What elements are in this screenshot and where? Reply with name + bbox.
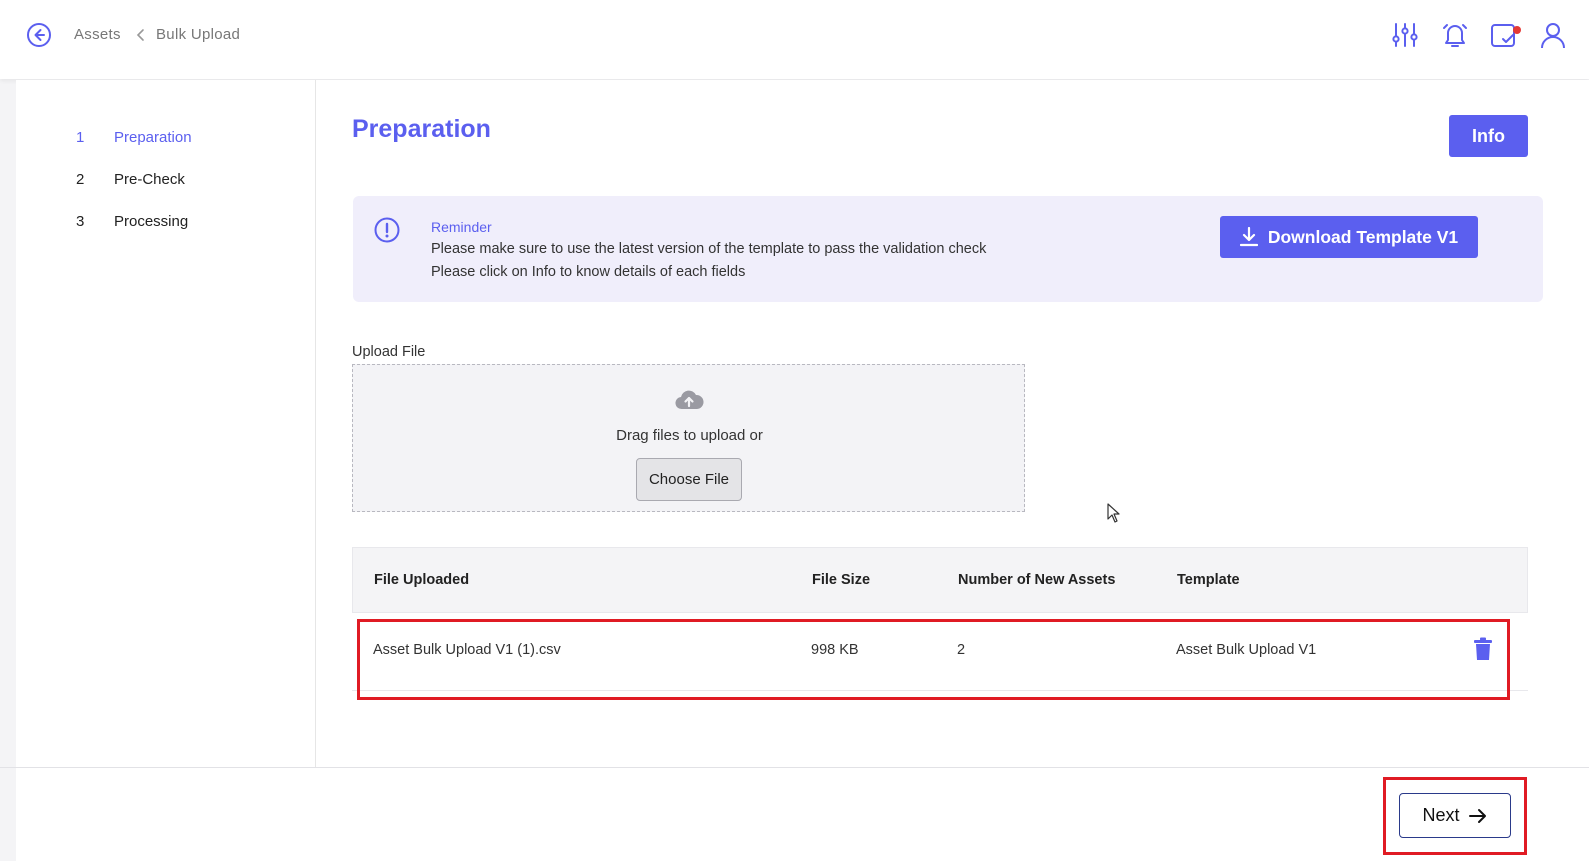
mouse-cursor-icon bbox=[1107, 503, 1120, 523]
next-button[interactable]: Next bbox=[1399, 793, 1511, 838]
table-header: File Uploaded File Size Number of New As… bbox=[352, 547, 1528, 613]
step-number: 3 bbox=[76, 213, 85, 230]
notification-dot bbox=[1513, 26, 1521, 34]
step-number: 1 bbox=[76, 129, 85, 146]
step-label: Preparation bbox=[114, 129, 192, 146]
step-preparation[interactable]: 1 Preparation bbox=[76, 129, 192, 146]
top-bar: Assets Bulk Upload bbox=[0, 0, 1589, 79]
page-title: Preparation bbox=[352, 115, 491, 143]
step-label: Processing bbox=[114, 213, 189, 230]
exclamation-circle-icon bbox=[374, 217, 400, 243]
step-pre-check[interactable]: 2 Pre-Check bbox=[76, 171, 185, 188]
trash-icon[interactable] bbox=[1473, 637, 1493, 661]
steps-sidebar: 1 Preparation 2 Pre-Check 3 Processing bbox=[16, 80, 316, 768]
asset-count-cell: 2 bbox=[957, 642, 966, 658]
reminder-text: Please click on Info to know details of … bbox=[431, 264, 746, 280]
download-template-button[interactable]: Download Template V1 bbox=[1220, 216, 1478, 258]
choose-file-button[interactable]: Choose File bbox=[636, 458, 742, 501]
reminder-banner: Reminder Please make sure to use the lat… bbox=[353, 196, 1543, 302]
reminder-text: Please make sure to use the latest versi… bbox=[431, 241, 987, 257]
breadcrumb-assets[interactable]: Assets bbox=[74, 26, 121, 43]
breadcrumb-bulk-upload: Bulk Upload bbox=[156, 26, 241, 43]
step-label: Pre-Check bbox=[114, 171, 185, 188]
file-name-cell: Asset Bulk Upload V1 (1).csv bbox=[373, 642, 561, 658]
info-button[interactable]: Info bbox=[1449, 115, 1528, 157]
user-icon[interactable] bbox=[1538, 20, 1568, 50]
next-label: Next bbox=[1422, 805, 1460, 825]
table-row: Asset Bulk Upload V1 (1).csv 998 KB 2 As… bbox=[352, 613, 1528, 691]
arrow-right-icon bbox=[1468, 808, 1486, 823]
column-header: File Size bbox=[812, 572, 871, 588]
column-header: Template bbox=[1177, 572, 1240, 588]
reminder-title: Reminder bbox=[431, 219, 492, 235]
column-header: Number of New Assets bbox=[958, 572, 1116, 588]
cloud-upload-icon bbox=[675, 390, 704, 410]
file-dropzone[interactable]: Drag files to upload or Choose File bbox=[352, 364, 1025, 512]
file-size-cell: 998 KB bbox=[811, 642, 859, 658]
chevron-left-icon bbox=[136, 29, 144, 41]
step-number: 2 bbox=[76, 171, 85, 188]
template-cell: Asset Bulk Upload V1 bbox=[1176, 642, 1317, 658]
drag-files-text: Drag files to upload or bbox=[616, 427, 763, 444]
column-header: File Uploaded bbox=[374, 572, 470, 588]
uploaded-files-table: File Uploaded File Size Number of New As… bbox=[352, 547, 1528, 691]
calendar-check-icon[interactable] bbox=[1489, 20, 1519, 50]
back-icon[interactable] bbox=[26, 22, 52, 48]
step-processing[interactable]: 3 Processing bbox=[76, 213, 188, 230]
download-icon bbox=[1239, 227, 1258, 247]
footer-divider bbox=[0, 767, 1589, 768]
filter-sliders-icon[interactable] bbox=[1390, 20, 1420, 50]
upload-file-label: Upload File bbox=[352, 344, 426, 360]
bell-icon[interactable] bbox=[1440, 20, 1470, 50]
download-template-label: Download Template V1 bbox=[1267, 226, 1459, 247]
